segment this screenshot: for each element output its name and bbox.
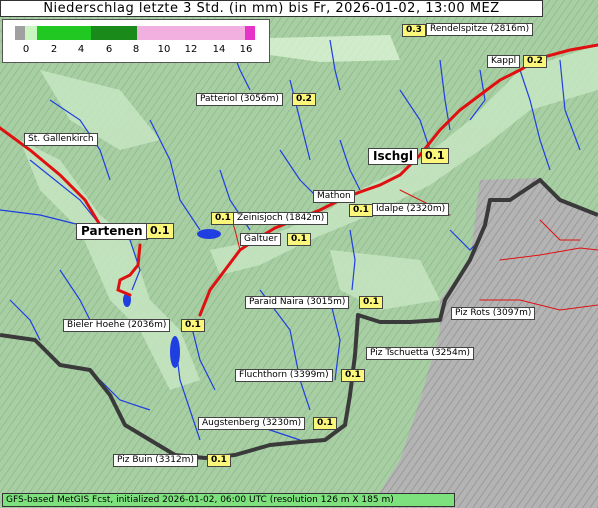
legend-tick: 10 xyxy=(157,44,171,55)
place-value: 0.2 xyxy=(292,93,316,106)
legend-green-swatch xyxy=(37,26,91,40)
place-label[interactable]: Patteriol (3056m) xyxy=(196,93,283,106)
place-label[interactable]: Zeinisjoch (1842m) xyxy=(233,212,329,225)
legend-tick: 16 xyxy=(239,44,253,55)
legend-light-green-swatch xyxy=(25,26,37,40)
place-label[interactable]: Paraid Naira (3015m) xyxy=(245,296,350,309)
place-label[interactable]: Partenen xyxy=(76,223,148,240)
place-value: 0.1 xyxy=(211,212,235,225)
precip-legend: 0 2 4 6 8 10 12 14 16 xyxy=(2,19,270,63)
place-value: 0.1 xyxy=(349,204,373,217)
place-label[interactable]: Piz Tschuetta (3254m) xyxy=(366,347,475,360)
legend-tick: 2 xyxy=(50,44,58,55)
legend-gray-swatch xyxy=(15,26,25,40)
place-label[interactable]: Mathon xyxy=(313,190,355,203)
place-value: 0.1 xyxy=(421,148,449,164)
place-label[interactable]: St. Gallenkirch xyxy=(24,133,98,146)
silvretta-lake xyxy=(170,336,180,368)
map-title: Niederschlag letzte 3 Std. (in mm) bis F… xyxy=(0,0,543,17)
place-label[interactable]: Kappl xyxy=(487,55,521,68)
place-value: 0.1 xyxy=(359,296,383,309)
place-label[interactable]: Fluchthorn (3399m) xyxy=(235,369,333,382)
place-label[interactable]: Idalpe (2320m) xyxy=(372,203,450,216)
place-label[interactable]: Piz Buin (3312m) xyxy=(113,454,198,467)
place-value: 0.1 xyxy=(181,319,205,332)
legend-tick: 12 xyxy=(184,44,198,55)
terrain-layer xyxy=(0,0,598,508)
place-value: 0.1 xyxy=(313,417,337,430)
place-label[interactable]: Piz Rots (3097m) xyxy=(451,307,536,320)
place-value: 0.1 xyxy=(287,233,311,246)
legend-dark-green-swatch xyxy=(91,26,137,40)
legend-tick: 0 xyxy=(22,44,30,55)
place-value: 0.1 xyxy=(207,454,231,467)
legend-tick: 8 xyxy=(132,44,140,55)
legend-tick: 6 xyxy=(105,44,113,55)
precipitation-map: Niederschlag letzte 3 Std. (in mm) bis F… xyxy=(0,0,598,508)
place-label[interactable]: Galtuer xyxy=(240,233,282,246)
model-info-footer: GFS-based MetGIS Fcst, initialized 2026-… xyxy=(2,493,455,507)
legend-pink-swatch xyxy=(137,26,245,40)
place-label[interactable]: Bieler Hoehe (2036m) xyxy=(63,319,171,332)
legend-tick: 14 xyxy=(212,44,226,55)
place-value: 0.1 xyxy=(146,223,174,239)
legend-magenta-swatch xyxy=(245,26,255,40)
place-value: 0.3 xyxy=(402,24,426,37)
place-label[interactable]: Rendelspitze (2816m) xyxy=(426,23,534,36)
place-value: 0.2 xyxy=(523,55,547,68)
place-value: 0.1 xyxy=(341,369,365,382)
place-label[interactable]: Ischgl xyxy=(368,148,418,165)
zeinis-lake xyxy=(197,229,221,239)
place-label[interactable]: Augstenberg (3230m) xyxy=(198,417,306,430)
legend-color-bar xyxy=(15,26,255,40)
legend-tick: 4 xyxy=(77,44,85,55)
